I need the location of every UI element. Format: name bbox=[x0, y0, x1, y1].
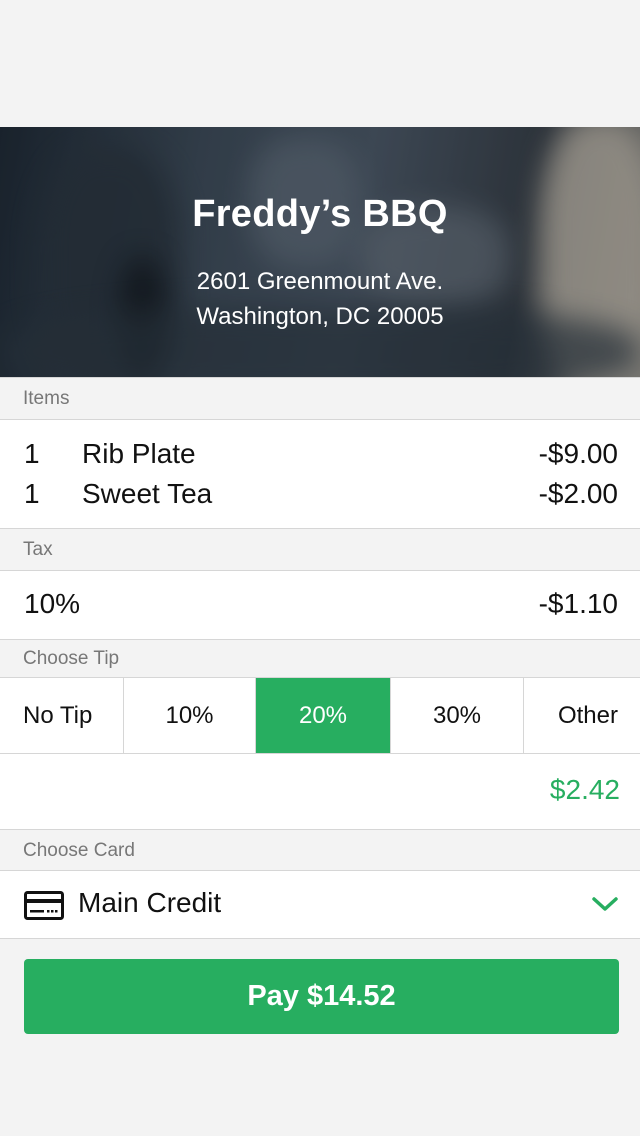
pay-button[interactable]: Pay $14.52 bbox=[24, 959, 619, 1034]
item-price: -$9.00 bbox=[538, 438, 618, 469]
tip-option-20[interactable]: 20% bbox=[256, 678, 391, 753]
restaurant-header: Freddy’s BBQ 2601 Greenmount Ave. Washin… bbox=[0, 127, 640, 377]
restaurant-name: Freddy’s BBQ bbox=[192, 193, 448, 235]
item-name: Rib Plate bbox=[82, 438, 196, 469]
tip-amount-row: $2.42 bbox=[0, 754, 640, 829]
card-selector[interactable]: Main Credit bbox=[0, 871, 640, 939]
address-line-2: Washington, DC 20005 bbox=[196, 303, 444, 330]
restaurant-address: 2601 Greenmount Ave. Washington, DC 2000… bbox=[0, 264, 640, 334]
selected-card-name: Main Credit bbox=[78, 887, 222, 918]
tip-selector: No Tip 10% 20% 30% Other bbox=[0, 678, 640, 754]
item-price: -$2.00 bbox=[538, 478, 618, 509]
top-spacer bbox=[0, 0, 640, 127]
list-item: 1 Rib Plate -$9.00 bbox=[0, 434, 640, 474]
tip-option-10[interactable]: 10% bbox=[124, 678, 256, 753]
tax-rate: 10% bbox=[24, 588, 81, 619]
credit-card-icon bbox=[24, 891, 64, 920]
items-section-label: Items bbox=[0, 377, 640, 420]
restaurant-info: Freddy’s BBQ 2601 Greenmount Ave. Washin… bbox=[0, 127, 640, 377]
item-quantity: 1 bbox=[24, 478, 40, 509]
list-item: 1 Sweet Tea -$2.00 bbox=[0, 474, 640, 514]
card-section-label: Choose Card bbox=[0, 829, 640, 871]
item-quantity: 1 bbox=[24, 438, 40, 469]
items-list: 1 Rib Plate -$9.00 1 Sweet Tea -$2.00 bbox=[0, 420, 640, 528]
tax-section-label: Tax bbox=[0, 528, 640, 571]
chevron-down-icon[interactable] bbox=[592, 893, 618, 915]
pay-area: Pay $14.52 bbox=[0, 939, 640, 1034]
tax-amount: -$1.10 bbox=[538, 588, 618, 619]
tip-option-no-tip[interactable]: No Tip bbox=[0, 678, 124, 753]
tax-row: 10% -$1.10 bbox=[0, 571, 640, 639]
tip-option-30[interactable]: 30% bbox=[391, 678, 524, 753]
tip-amount: $2.42 bbox=[549, 774, 620, 805]
address-line-1: 2601 Greenmount Ave. bbox=[196, 268, 444, 295]
tip-option-other[interactable]: Other bbox=[524, 678, 640, 753]
item-name: Sweet Tea bbox=[82, 478, 213, 509]
tip-section-label: Choose Tip bbox=[0, 639, 640, 678]
